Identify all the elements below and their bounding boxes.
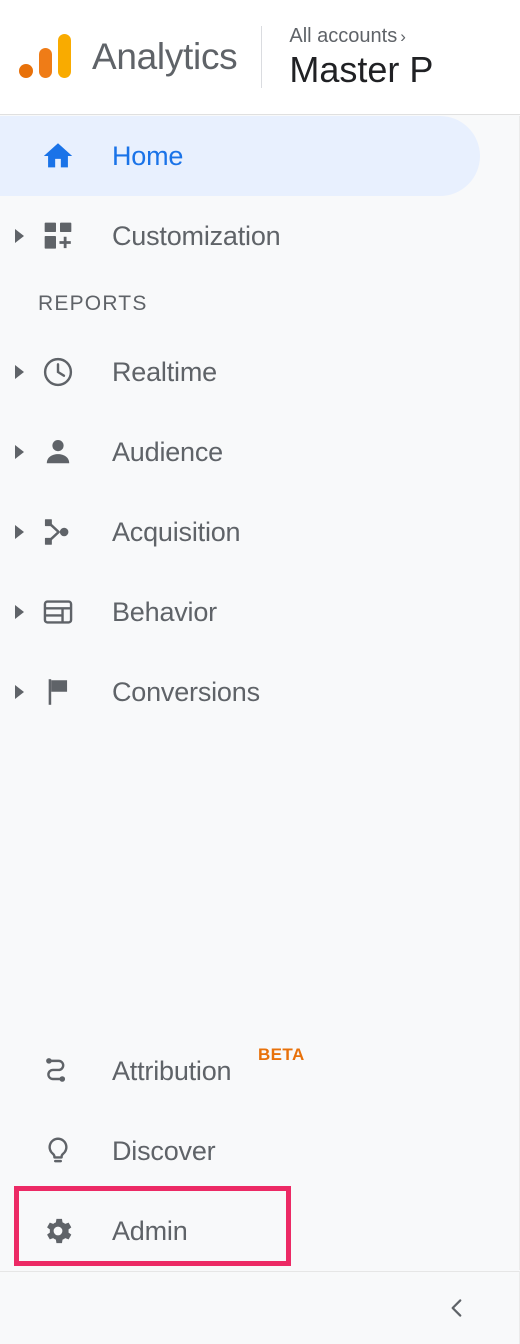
beta-badge: BETA — [258, 1045, 305, 1064]
sidebar-bottom-group: Attribution BETA Discover Admin — [0, 1031, 520, 1271]
sidebar-primary-group: Home Customization REPORTS Realtime Audi… — [0, 116, 519, 732]
behavior-layout-icon — [38, 592, 78, 632]
gear-icon — [38, 1211, 78, 1251]
sidebar-item-customization[interactable]: Customization — [0, 196, 519, 276]
sidebar-item-acquisition[interactable]: Acquisition — [0, 492, 519, 572]
account-name: Master P — [289, 48, 434, 90]
expand-arrow-icon[interactable] — [12, 605, 26, 619]
google-analytics-logo — [19, 34, 71, 78]
person-icon — [38, 432, 78, 472]
expand-arrow-icon[interactable] — [12, 445, 26, 459]
product-title: Analytics — [92, 36, 238, 77]
sidebar-item-behavior[interactable]: Behavior — [0, 572, 519, 652]
sidebar-item-label-discover: Discover — [112, 1135, 216, 1166]
sidebar-item-label-acquisition: Acquisition — [112, 516, 241, 547]
expand-arrow-icon[interactable] — [12, 229, 26, 243]
sidebar-item-discover[interactable]: Discover — [0, 1111, 520, 1191]
attribution-path-icon — [38, 1051, 78, 1091]
app-header: Analytics All accounts › Master P — [0, 0, 520, 115]
header-divider — [261, 26, 263, 88]
sidebar-item-label-audience: Audience — [112, 436, 223, 467]
sidebar-item-home[interactable]: Home — [0, 116, 480, 196]
sidebar-item-label-customization: Customization — [112, 220, 281, 251]
brand-block[interactable]: Analytics — [0, 26, 238, 88]
section-header-reports: REPORTS — [38, 292, 148, 315]
breadcrumb[interactable]: All accounts › — [289, 25, 520, 48]
account-selector[interactable]: All accounts › Master P — [289, 25, 520, 90]
sidebar-item-audience[interactable]: Audience — [0, 412, 519, 492]
chevron-right-icon: › — [400, 26, 406, 46]
sidebar-item-label-conversions: Conversions — [112, 676, 260, 707]
chevron-left-icon — [451, 1299, 462, 1317]
customization-icon — [38, 216, 78, 256]
sidebar-item-label-behavior: Behavior — [112, 596, 217, 627]
flag-icon — [38, 672, 78, 712]
lightbulb-icon — [38, 1131, 78, 1171]
sidebar-item-label-home: Home — [112, 140, 184, 171]
sidebar-item-conversions[interactable]: Conversions — [0, 652, 519, 732]
expand-arrow-icon[interactable] — [12, 685, 26, 699]
expand-arrow-icon[interactable] — [12, 525, 26, 539]
sidebar-item-label-realtime: Realtime — [112, 356, 217, 387]
sidebar: Home Customization REPORTS Realtime Audi… — [0, 116, 520, 1270]
home-icon — [38, 136, 78, 176]
sidebar-item-label-attribution: Attribution — [112, 1055, 232, 1086]
sidebar-item-attribution[interactable]: Attribution BETA — [0, 1031, 520, 1111]
sidebar-item-realtime[interactable]: Realtime — [0, 332, 519, 412]
expand-arrow-icon[interactable] — [12, 365, 26, 379]
sidebar-item-label-admin: Admin — [112, 1215, 188, 1246]
clock-icon — [38, 352, 78, 392]
breadcrumb-label: All accounts — [289, 24, 398, 47]
collapse-sidebar-button[interactable] — [437, 1288, 477, 1328]
sidebar-footer — [0, 1271, 520, 1344]
sidebar-item-admin[interactable]: Admin — [0, 1191, 520, 1271]
acquisition-node-icon — [38, 512, 78, 552]
